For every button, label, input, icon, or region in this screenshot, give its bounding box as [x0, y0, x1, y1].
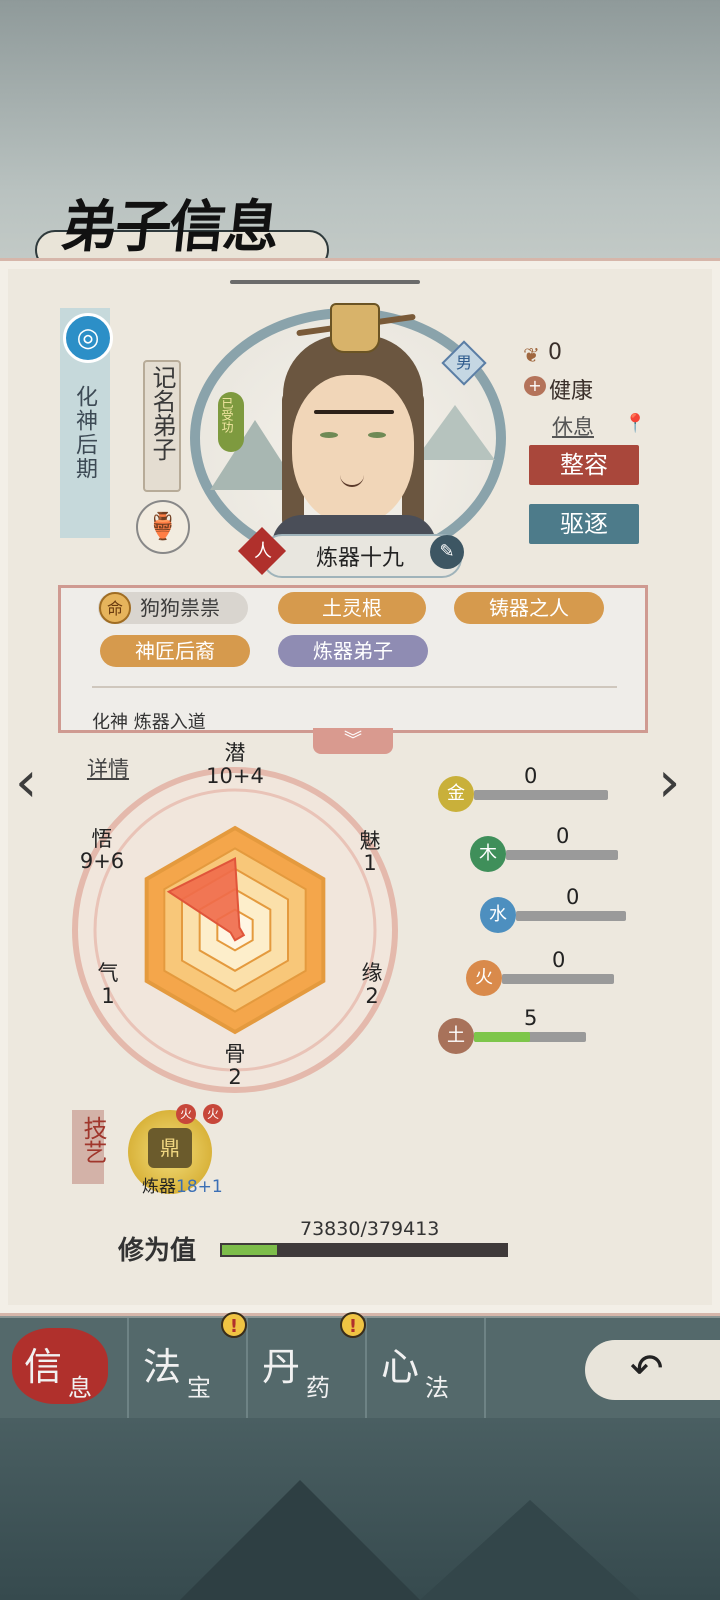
tab-label-main: 法 — [143, 1345, 182, 1389]
tab-label-sub: 息 — [68, 1374, 92, 1402]
element-value: 0 — [552, 948, 566, 972]
cultivated-label: 已受功 — [220, 397, 234, 433]
back-arrow-icon[interactable]: ↶ — [630, 1346, 664, 1392]
makeover-button[interactable]: 整容 — [529, 445, 639, 485]
expand-chevron-icon[interactable]: ︾ — [313, 728, 393, 754]
tab-label-main: 丹 — [262, 1345, 301, 1389]
mood-value: 0 — [548, 340, 562, 365]
tab-label-sub: 法 — [425, 1374, 449, 1402]
attr-qian-value: 10+4 — [206, 764, 264, 788]
tab-label-main: 心 — [381, 1345, 420, 1389]
element-bar — [516, 911, 626, 921]
element-icon: 土 — [438, 1018, 474, 1054]
page-title: 弟子信息 — [58, 194, 281, 260]
skill-level: 18+1 — [176, 1177, 223, 1197]
skills-label: 技艺 — [79, 1116, 107, 1164]
element-bar — [474, 790, 608, 800]
attr-yuan-value: 2 — [365, 984, 379, 1008]
cultivation-value: 73830/379413 — [300, 1218, 440, 1240]
attr-wu-name: 悟 — [91, 827, 113, 851]
attr-yuan-name: 缘 — [361, 961, 383, 985]
location-pin-icon[interactable]: 📍 — [624, 413, 646, 434]
tab-label-sub: 宝 — [187, 1374, 211, 1402]
traits-divider — [92, 686, 617, 688]
cultivation-progress-fill — [222, 1245, 278, 1255]
tab-2[interactable]: 丹药! — [246, 1312, 367, 1418]
health-status: 健康 — [549, 379, 594, 404]
cultivation-label: 修为值 — [118, 1236, 197, 1266]
tab-1[interactable]: 法宝! — [127, 1312, 248, 1418]
expel-button[interactable]: 驱逐 — [529, 504, 639, 544]
tab-label-sub: 药 — [306, 1374, 330, 1402]
tab-label-main: 信 — [24, 1345, 63, 1389]
disciple-name: 炼器十九 — [315, 546, 404, 571]
skill-name-level: 炼器18+1 — [142, 1177, 223, 1197]
element-value: 0 — [524, 764, 538, 788]
next-disciple-arrow-icon[interactable]: › — [658, 750, 680, 815]
gender-label: 男 — [455, 353, 472, 372]
attr-wu-value: 9+6 — [79, 849, 125, 873]
trait-label: 狗狗祟祟 — [140, 596, 220, 620]
flame-icon: 火 — [176, 1104, 196, 1124]
cauldron-icon: 鼎 — [148, 1128, 192, 1168]
element-bar-fill — [474, 1032, 530, 1042]
tab-0[interactable]: 信息 — [8, 1318, 129, 1418]
element-value: 0 — [556, 824, 570, 848]
attr-gu-name: 骨 — [224, 1042, 246, 1066]
portrait-face — [292, 375, 414, 525]
rename-brush-icon[interactable]: ✎ — [430, 535, 464, 569]
trait-tag[interactable]: 铸器之人 — [454, 592, 604, 624]
element-bar — [506, 850, 618, 860]
prev-disciple-arrow-icon[interactable]: ‹ — [15, 750, 37, 815]
panel-divider — [230, 280, 420, 284]
attr-mei-value: 1 — [363, 851, 377, 875]
rank-label: 记名弟子 — [148, 365, 176, 461]
realm-label: 化神后期 — [72, 385, 97, 481]
health-heart-icon: + — [524, 376, 546, 396]
portrait-eye — [320, 432, 338, 438]
alert-icon: ! — [221, 1312, 247, 1338]
element-bar — [502, 974, 614, 984]
element-icon: 金 — [438, 776, 474, 812]
attr-qi-value: 1 — [101, 984, 115, 1008]
mountain-decoration — [415, 405, 495, 460]
mountain-silhouette — [180, 1480, 420, 1600]
element-value: 0 — [566, 885, 580, 909]
realm-swirl-icon: ◎ — [63, 313, 113, 363]
element-icon: 水 — [480, 897, 516, 933]
portrait-eye — [368, 432, 386, 438]
element-value: 5 — [524, 1006, 538, 1030]
trait-tag[interactable]: 神匠后裔 — [100, 635, 250, 667]
sect-seal-icon[interactable]: 🏺 — [136, 500, 190, 554]
attr-qi-name: 气 — [97, 961, 119, 985]
mountain-silhouette — [420, 1500, 640, 1600]
face-marking — [314, 410, 394, 414]
activity-link[interactable]: 休息 — [552, 411, 594, 441]
mood-icon: ❦ — [523, 343, 540, 367]
element-icon: 火 — [466, 960, 502, 996]
portrait-crown — [330, 303, 380, 353]
element-icon: 木 — [470, 836, 506, 872]
fate-icon: 命 — [99, 592, 131, 624]
attr-mei-name: 魅 — [359, 829, 381, 853]
traits-row-partial: 化神 炼器入道 — [92, 712, 206, 730]
attr-gu-value: 2 — [228, 1065, 242, 1089]
alert-icon: ! — [340, 1312, 366, 1338]
flame-icon: 火 — [203, 1104, 223, 1124]
trait-tag[interactable]: 炼器弟子 — [278, 635, 428, 667]
attr-qian-name: 潜 — [224, 741, 246, 765]
tab-3[interactable]: 心法 — [365, 1318, 486, 1418]
trait-tag[interactable]: 土灵根 — [278, 592, 426, 624]
race-label: 人 — [254, 541, 272, 562]
